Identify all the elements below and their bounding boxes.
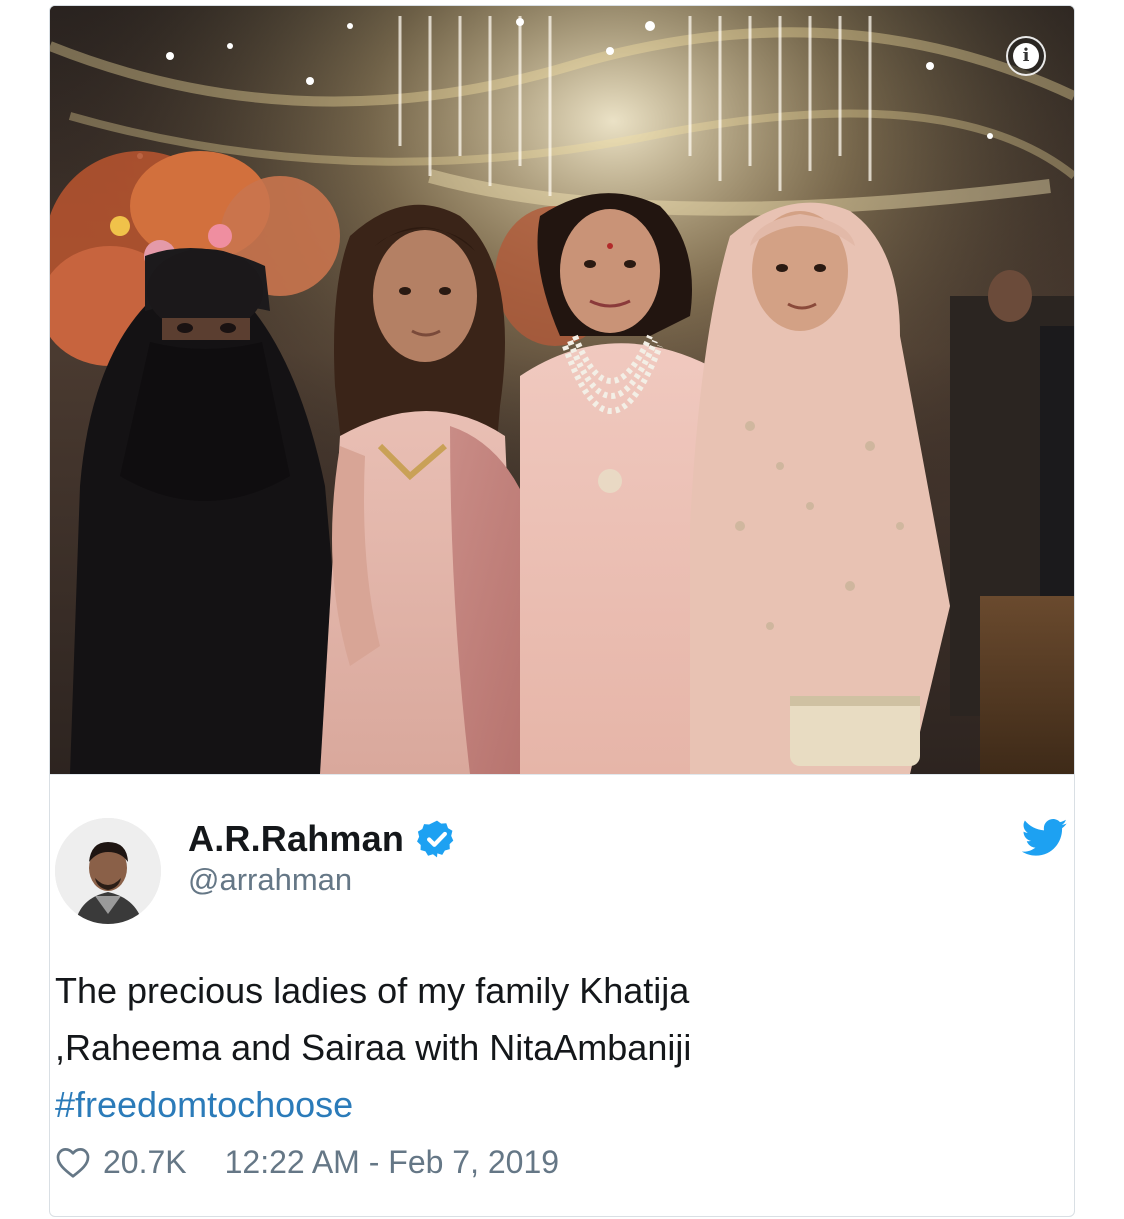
info-button[interactable]: i (1006, 36, 1046, 76)
avatar-image (55, 818, 161, 924)
author-name[interactable]: A.R.Rahman (188, 818, 404, 860)
tweet-timestamp[interactable]: 12:22 AM - Feb 7, 2019 (225, 1144, 559, 1181)
tweet-text-line-1: The precious ladies of my family Khatija (55, 970, 690, 1011)
photo-divider (50, 774, 1074, 775)
twitter-bird-icon[interactable] (1022, 818, 1068, 858)
avatar[interactable] (55, 818, 161, 924)
tweet-text-line-2: ,Raheema and Sairaa with NitaAmbaniji (55, 1027, 692, 1068)
photo-illustration (50, 6, 1074, 774)
author-handle[interactable]: @arrahman (188, 862, 352, 898)
info-icon: i (1013, 43, 1039, 69)
tweet-text: The precious ladies of my family Khatija… (55, 962, 955, 1133)
like-button[interactable]: 20.7K (55, 1144, 187, 1181)
verified-badge-icon (417, 820, 454, 858)
hashtag-link[interactable]: #freedomtochoose (55, 1076, 955, 1133)
tweet-photo[interactable]: i (50, 6, 1074, 774)
tweet-footer: 20.7K 12:22 AM - Feb 7, 2019 (55, 1140, 559, 1184)
heart-icon (56, 1148, 90, 1178)
like-count: 20.7K (103, 1143, 187, 1180)
author-name-row[interactable]: A.R.Rahman (188, 818, 458, 860)
